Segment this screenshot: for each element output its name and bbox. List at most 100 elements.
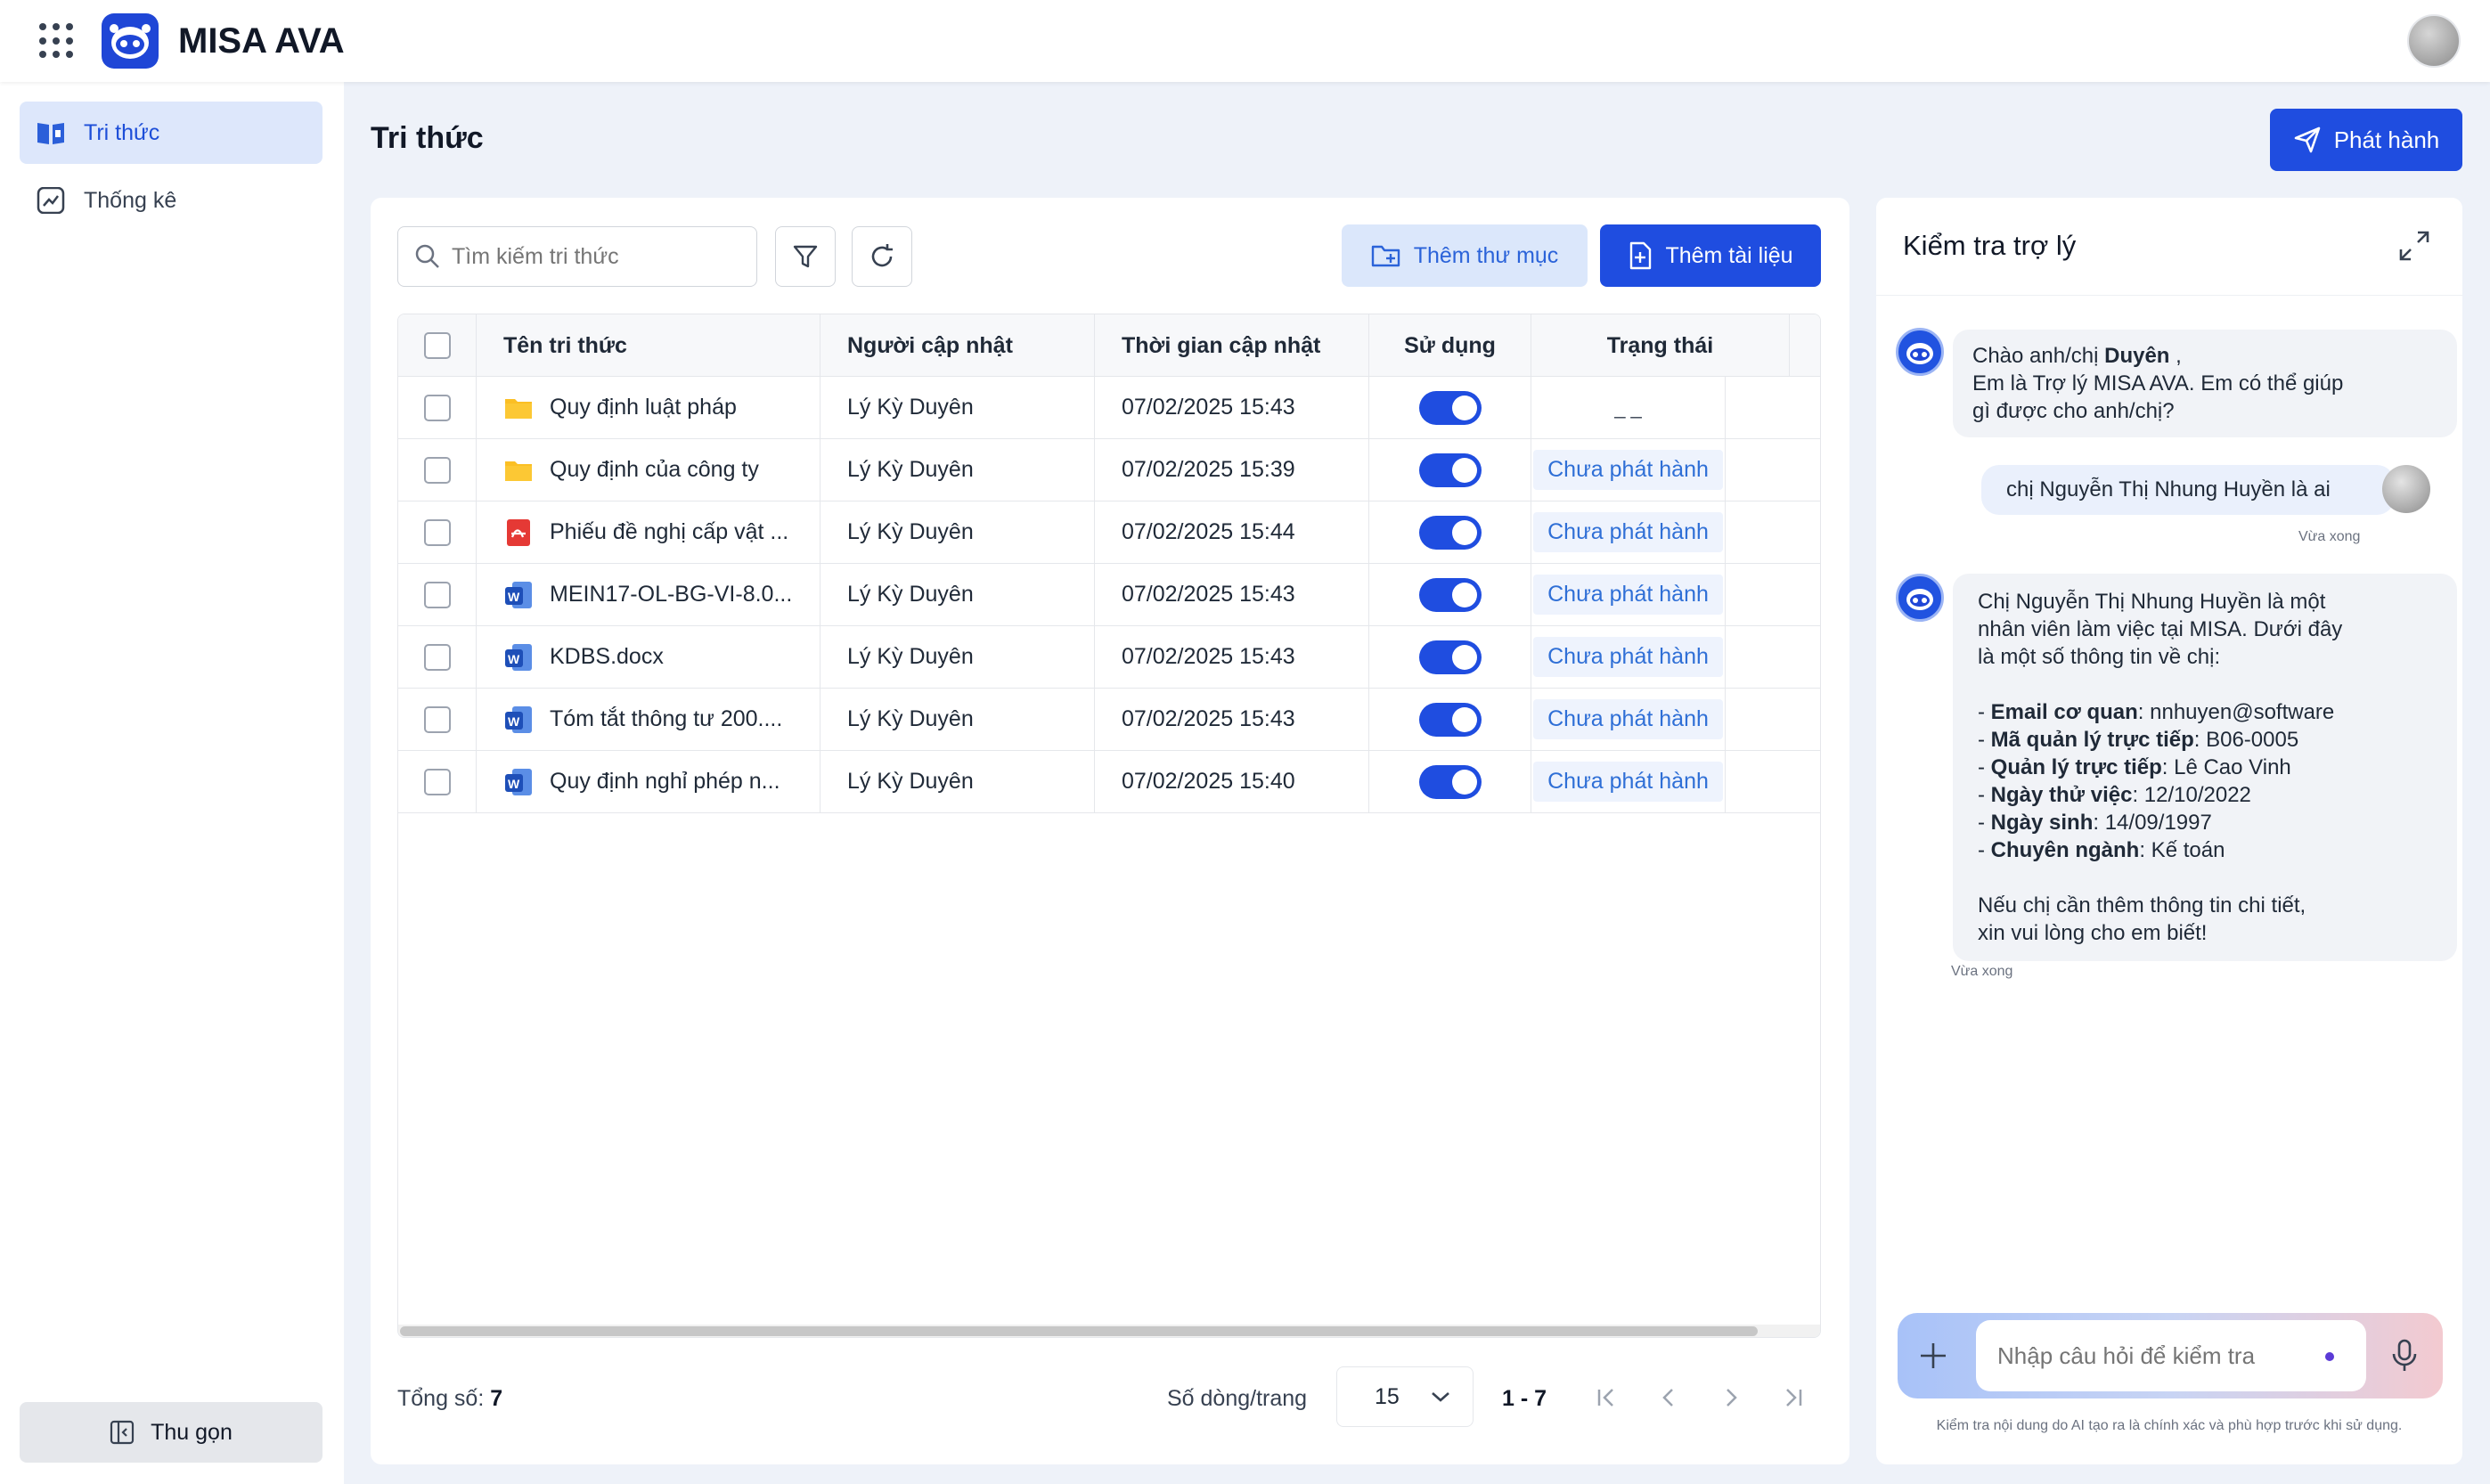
add-document-button[interactable]: Thêm tài liệu bbox=[1600, 224, 1821, 287]
knowledge-panel: Thêm thư mục Thêm tài liệu Tên tri thức … bbox=[371, 198, 1849, 1464]
status-cell: Chưa phát hành bbox=[1531, 439, 1726, 501]
header-status[interactable]: Trạng thái bbox=[1531, 314, 1790, 377]
usage-toggle[interactable] bbox=[1418, 577, 1482, 612]
table-row[interactable]: W Tóm tắt thông tư 200.... Lý Kỳ Duyên 07/0… bbox=[398, 689, 1820, 751]
knowledge-name: Quy định nghỉ phép n... bbox=[550, 769, 780, 794]
answer-item-label: Quản lý trực tiếp bbox=[1990, 755, 2162, 779]
status-badge: Chưa phát hành bbox=[1533, 575, 1723, 615]
first-page-icon[interactable] bbox=[1591, 1382, 1621, 1413]
name-cell[interactable]: Quy định của công ty bbox=[477, 439, 820, 501]
row-checkbox[interactable] bbox=[423, 705, 451, 733]
bot-greeting-message: Chào anh/chị Duyên , Em là Trợ lý MISA A… bbox=[1953, 330, 2457, 437]
time-cell: 07/02/2025 15:43 bbox=[1095, 626, 1369, 688]
updater-cell: Lý Kỳ Duyên bbox=[820, 377, 1095, 438]
knowledge-name: MEIN17-OL-BG-VI-8.0... bbox=[550, 582, 793, 607]
table-row[interactable]: Phiếu đề nghị cấp vật ... Lý Kỳ Duyên 07/0… bbox=[398, 501, 1820, 564]
svg-text:W: W bbox=[508, 714, 520, 729]
filter-icon bbox=[793, 245, 818, 268]
expand-icon[interactable] bbox=[2396, 228, 2432, 264]
name-cell[interactable]: W MEIN17-OL-BG-VI-8.0... bbox=[477, 564, 820, 625]
header-name[interactable]: Tên tri thức bbox=[477, 314, 820, 377]
rows-per-page-select[interactable]: 15 bbox=[1336, 1366, 1474, 1427]
table-row[interactable]: W KDBS.docx Lý Kỳ Duyên 07/02/2025 15:43 Chư… bbox=[398, 626, 1820, 689]
search-icon bbox=[415, 244, 439, 268]
answer-item-label: Ngày sinh bbox=[1990, 811, 2094, 835]
answer-item-label: Chuyên ngành bbox=[1990, 838, 2140, 862]
usage-toggle[interactable] bbox=[1418, 702, 1482, 737]
chevron-down-icon bbox=[1431, 1392, 1449, 1402]
table-row[interactable]: W Quy định nghỉ phép n... Lý Kỳ Duyên 07/02… bbox=[398, 751, 1820, 813]
plus-icon[interactable] bbox=[1917, 1340, 1949, 1372]
horizontal-scrollbar[interactable] bbox=[398, 1325, 1820, 1337]
usage-toggle[interactable] bbox=[1418, 390, 1482, 425]
user-avatar[interactable] bbox=[2407, 14, 2461, 68]
header-usage[interactable]: Sử dụng bbox=[1369, 314, 1531, 377]
row-checkbox[interactable] bbox=[423, 581, 451, 608]
scrollbar-thumb[interactable] bbox=[400, 1326, 1758, 1336]
page-range: 1 - 7 bbox=[1502, 1386, 1547, 1411]
row-checkbox[interactable] bbox=[423, 768, 451, 795]
usage-toggle[interactable] bbox=[1418, 764, 1482, 799]
header-updater[interactable]: Người cập nhật bbox=[820, 314, 1095, 377]
name-cell[interactable]: W Quy định nghỉ phép n... bbox=[477, 751, 820, 812]
row-checkbox[interactable] bbox=[423, 456, 451, 484]
table-row[interactable]: Quy định của công ty Lý Kỳ Duyên 07/02/202… bbox=[398, 439, 1820, 501]
chat-input[interactable] bbox=[1997, 1320, 2318, 1391]
send-icon bbox=[2294, 126, 2321, 153]
bot-avatar bbox=[1896, 574, 1944, 622]
answer-item-value: : Kế toán bbox=[2139, 838, 2225, 862]
microphone-icon[interactable] bbox=[2389, 1338, 2420, 1374]
sidebar-item-tri-thuc[interactable]: Tri thức bbox=[20, 102, 322, 164]
name-cell[interactable]: Quy định luật pháp bbox=[477, 377, 820, 438]
name-cell[interactable]: W KDBS.docx bbox=[477, 626, 820, 688]
last-page-icon[interactable] bbox=[1778, 1382, 1808, 1413]
usage-toggle[interactable] bbox=[1418, 453, 1482, 487]
refresh-button[interactable] bbox=[852, 226, 912, 287]
add-folder-button[interactable]: Thêm thư mục bbox=[1342, 224, 1588, 287]
usage-toggle[interactable] bbox=[1418, 515, 1482, 550]
row-checkbox[interactable] bbox=[423, 518, 451, 546]
bot-avatar bbox=[1896, 328, 1944, 376]
answer-item-label: Ngày thử việc bbox=[1990, 783, 2133, 807]
next-page-icon[interactable] bbox=[1716, 1382, 1746, 1413]
sidebar: Tri thức Thống kê Thu gọn bbox=[0, 82, 344, 1484]
search-input[interactable] bbox=[452, 227, 746, 286]
prev-page-icon[interactable] bbox=[1653, 1382, 1684, 1413]
sidebar-item-label: Thống kê bbox=[84, 187, 177, 213]
row-select-cell bbox=[398, 689, 477, 750]
header-time[interactable]: Thời gian cập nhật bbox=[1095, 314, 1369, 377]
table-row[interactable]: Quy định luật pháp Lý Kỳ Duyên 07/02/2025 … bbox=[398, 377, 1820, 439]
select-all-checkbox[interactable] bbox=[423, 332, 451, 359]
table-row[interactable]: W MEIN17-OL-BG-VI-8.0... Lý Kỳ Duyên 07/02/… bbox=[398, 564, 1820, 626]
usage-cell bbox=[1369, 564, 1531, 625]
status-badge: Chưa phát hành bbox=[1533, 762, 1723, 802]
usage-cell bbox=[1369, 377, 1531, 438]
answer-line: nhân viên làm việc tại MISA. Dưới đây bbox=[1978, 617, 2343, 641]
row-checkbox[interactable] bbox=[423, 394, 451, 421]
page-title: Tri thức bbox=[371, 121, 484, 155]
status-badge: Chưa phát hành bbox=[1533, 699, 1723, 739]
row-checkbox[interactable] bbox=[423, 643, 451, 671]
search-box[interactable] bbox=[397, 226, 757, 287]
word-file-icon: W bbox=[503, 705, 550, 735]
collapse-label: Thu gọn bbox=[151, 1419, 233, 1445]
name-cell[interactable]: W Tóm tắt thông tư 200.... bbox=[477, 689, 820, 750]
bot-answer-message: Chị Nguyễn Thị Nhung Huyền là một nhân v… bbox=[1953, 574, 2457, 961]
row-select-cell bbox=[398, 564, 477, 625]
answer-line: Chị Nguyễn Thị Nhung Huyền là một bbox=[1978, 590, 2326, 614]
name-cell[interactable]: Phiếu đề nghị cấp vật ... bbox=[477, 501, 820, 563]
updater-cell: Lý Kỳ Duyên bbox=[820, 751, 1095, 812]
filter-button[interactable] bbox=[775, 226, 836, 287]
time-cell: 07/02/2025 15:43 bbox=[1095, 377, 1369, 438]
chat-input-box[interactable] bbox=[1976, 1320, 2366, 1391]
publish-button[interactable]: Phát hành bbox=[2270, 109, 2462, 171]
status-badge: Chưa phát hành bbox=[1533, 637, 1723, 677]
sidebar-item-thong-ke[interactable]: Thống kê bbox=[20, 169, 322, 232]
collapse-sidebar-button[interactable]: Thu gọn bbox=[20, 1402, 322, 1463]
apps-grid-icon[interactable] bbox=[39, 23, 75, 59]
word-file-icon: W bbox=[503, 580, 550, 610]
folder-icon bbox=[503, 455, 550, 485]
user-chat-avatar bbox=[2382, 465, 2430, 513]
usage-toggle[interactable] bbox=[1418, 640, 1482, 674]
answer-line: là một số thông tin về chị: bbox=[1978, 645, 2221, 669]
